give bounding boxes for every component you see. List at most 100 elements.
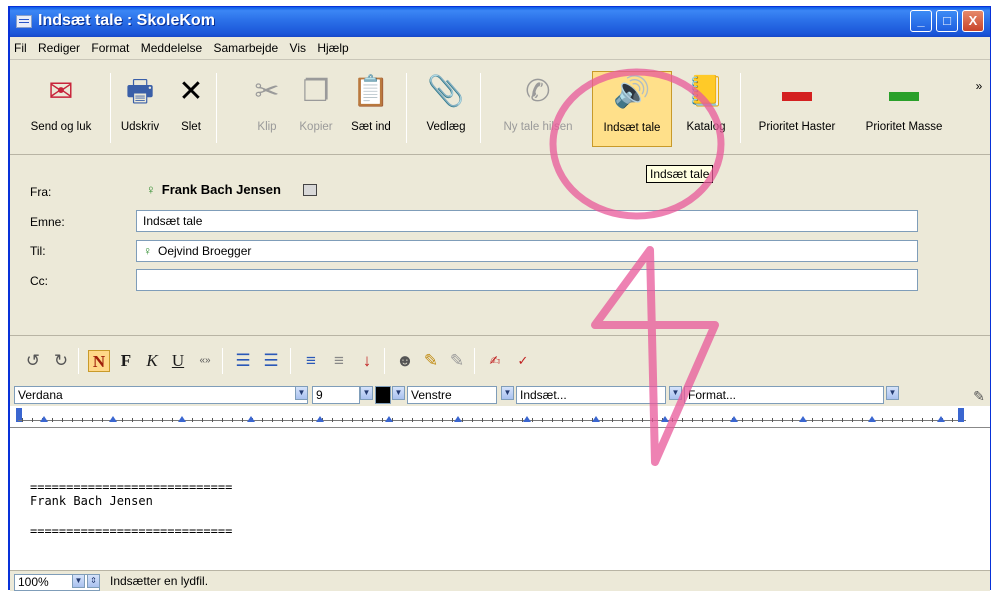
to-field[interactable]: ♀ Oejvind Broegger	[136, 240, 918, 262]
title-bar[interactable]: Indsæt tale : SkoleKom _ □ X	[10, 7, 990, 37]
catalog-button[interactable]: 📒 Katalog	[678, 71, 734, 147]
menu-fil[interactable]: Fil	[10, 38, 31, 55]
tab-stop-marker[interactable]	[592, 416, 600, 422]
ruler-tick	[282, 418, 283, 422]
paste-button[interactable]: 📋 Sæt ind	[344, 71, 398, 147]
highlight-icon[interactable]: ✎	[420, 350, 442, 372]
chevron-down-icon[interactable]: ▼	[392, 386, 405, 400]
menu-hjaelp[interactable]: Hjælp	[313, 38, 352, 55]
priority-bulk-button[interactable]: ▬ Prioritet Masse	[854, 71, 954, 147]
tab-stop-marker[interactable]	[247, 416, 255, 422]
ruler-tick	[432, 418, 433, 422]
f-button[interactable]: F	[116, 350, 136, 372]
emoticon-icon[interactable]: ☻	[394, 350, 416, 372]
signature-icon[interactable]: ✍	[484, 350, 506, 372]
color-swatch[interactable]	[375, 386, 391, 404]
delete-button[interactable]: ✕ Slet	[172, 71, 210, 147]
underline-button[interactable]: U	[168, 350, 188, 372]
tab-stop-marker[interactable]	[868, 416, 876, 422]
chevron-down-icon[interactable]: ▼	[886, 386, 899, 400]
subject-field[interactable]: Indsæt tale	[136, 210, 918, 232]
quote-button[interactable]: «»	[194, 350, 216, 372]
tab-stop-marker[interactable]	[937, 416, 945, 422]
format-select[interactable]: Format...	[684, 386, 884, 404]
ruler-tick	[812, 418, 813, 422]
ruler-tick	[202, 418, 203, 422]
send-close-button[interactable]: ✉ Send og luk	[16, 71, 106, 147]
tab-stop-marker[interactable]	[316, 416, 324, 422]
copy-button[interactable]: ❐ Kopier	[292, 71, 340, 147]
toolbar-separator	[740, 73, 741, 143]
ruler-tick	[852, 418, 853, 422]
ruler-tick	[892, 418, 893, 422]
chevron-down-icon[interactable]: ▼	[295, 386, 308, 400]
menu-meddelelse[interactable]: Meddelelse	[137, 38, 206, 55]
italic-button[interactable]: K	[142, 350, 162, 372]
tab-stop-marker[interactable]	[109, 416, 117, 422]
ruler-tick	[712, 418, 713, 422]
close-button[interactable]: X	[962, 10, 984, 32]
font-select[interactable]: Verdana	[14, 386, 308, 404]
undo-icon[interactable]: ↺	[22, 350, 44, 372]
ruler-tick	[762, 418, 763, 422]
tab-stop-marker[interactable]	[730, 416, 738, 422]
tab-stop-marker[interactable]	[178, 416, 186, 422]
ruler[interactable]	[10, 406, 990, 428]
ruler-tick	[482, 418, 483, 422]
contact-card-icon[interactable]	[302, 184, 317, 196]
toolbar-separator	[480, 73, 481, 143]
from-value: ♀ Frank Bach Jensen	[146, 182, 317, 197]
ruler-tick	[632, 418, 633, 422]
align-select[interactable]: Venstre	[407, 386, 497, 404]
ruler-tick	[912, 418, 913, 422]
insert-select[interactable]: Indsæt...	[516, 386, 666, 404]
menu-samarbejde[interactable]: Samarbejde	[209, 38, 282, 55]
ruler-tick	[422, 418, 423, 422]
horizontal-line-icon[interactable]: ≡	[300, 350, 322, 372]
attach-button[interactable]: 📎 Vedlæg	[418, 71, 474, 147]
ruler-tick	[272, 418, 273, 422]
menu-rediger[interactable]: Rediger	[34, 38, 84, 55]
menu-vis[interactable]: Vis	[286, 38, 310, 55]
ruler-tick	[412, 418, 413, 422]
down-arrow-icon[interactable]: ↓	[356, 350, 378, 372]
ruler-tick	[692, 418, 693, 422]
message-body-editor[interactable]: ============================ Frank Bach …	[10, 428, 990, 570]
insert-voice-button[interactable]: 🔊 Indsæt tale	[592, 71, 672, 147]
toolbar-separator	[384, 348, 385, 374]
redo-icon[interactable]: ↻	[50, 350, 72, 372]
chevron-down-icon[interactable]: ▼	[669, 386, 682, 400]
menu-format[interactable]: Format	[87, 38, 133, 55]
new-voice-greeting-button[interactable]: ✆ Ny tale hilsen	[488, 71, 588, 147]
cc-field[interactable]	[136, 269, 918, 291]
ruler-tick	[72, 418, 73, 422]
stepper-icon[interactable]: ⇕	[87, 574, 100, 588]
chevron-down-icon[interactable]: ▼	[72, 574, 85, 588]
maximize-button[interactable]: □	[936, 10, 958, 32]
tab-stop-marker[interactable]	[799, 416, 807, 422]
right-margin-marker[interactable]	[958, 408, 964, 422]
tab-stop-marker[interactable]	[40, 416, 48, 422]
list-icon[interactable]: ≡	[328, 350, 350, 372]
size-select[interactable]: 9	[312, 386, 360, 404]
minimize-button[interactable]: _	[910, 10, 932, 32]
tab-stop-marker[interactable]	[454, 416, 462, 422]
priority-high-button[interactable]: ▬ Prioritet Haster	[746, 71, 848, 147]
spellcheck-icon[interactable]: ✓	[512, 350, 534, 372]
indent-icon[interactable]: ☰	[232, 350, 254, 372]
chevron-down-icon[interactable]: ▼	[360, 386, 373, 400]
tab-stop-marker[interactable]	[385, 416, 393, 422]
ruler-tick	[132, 418, 133, 422]
print-button[interactable]: 🖶 Udskriv	[118, 71, 162, 147]
chevron-down-icon[interactable]: ▼	[501, 386, 514, 400]
toolbar-overflow-chevron-icon[interactable]: »	[972, 79, 986, 155]
tab-stop-marker[interactable]	[661, 416, 669, 422]
toolbar-separator	[110, 73, 111, 143]
edit-source-icon[interactable]: ✎	[970, 385, 988, 407]
tooltip: Indsæt tale	[646, 165, 714, 183]
clear-format-icon[interactable]: ✎	[446, 350, 468, 372]
bold-n-button[interactable]: N	[88, 350, 110, 372]
outdent-icon[interactable]: ☰	[260, 350, 282, 372]
cut-button[interactable]: ✂ Klip	[250, 71, 284, 147]
tab-stop-marker[interactable]	[523, 416, 531, 422]
